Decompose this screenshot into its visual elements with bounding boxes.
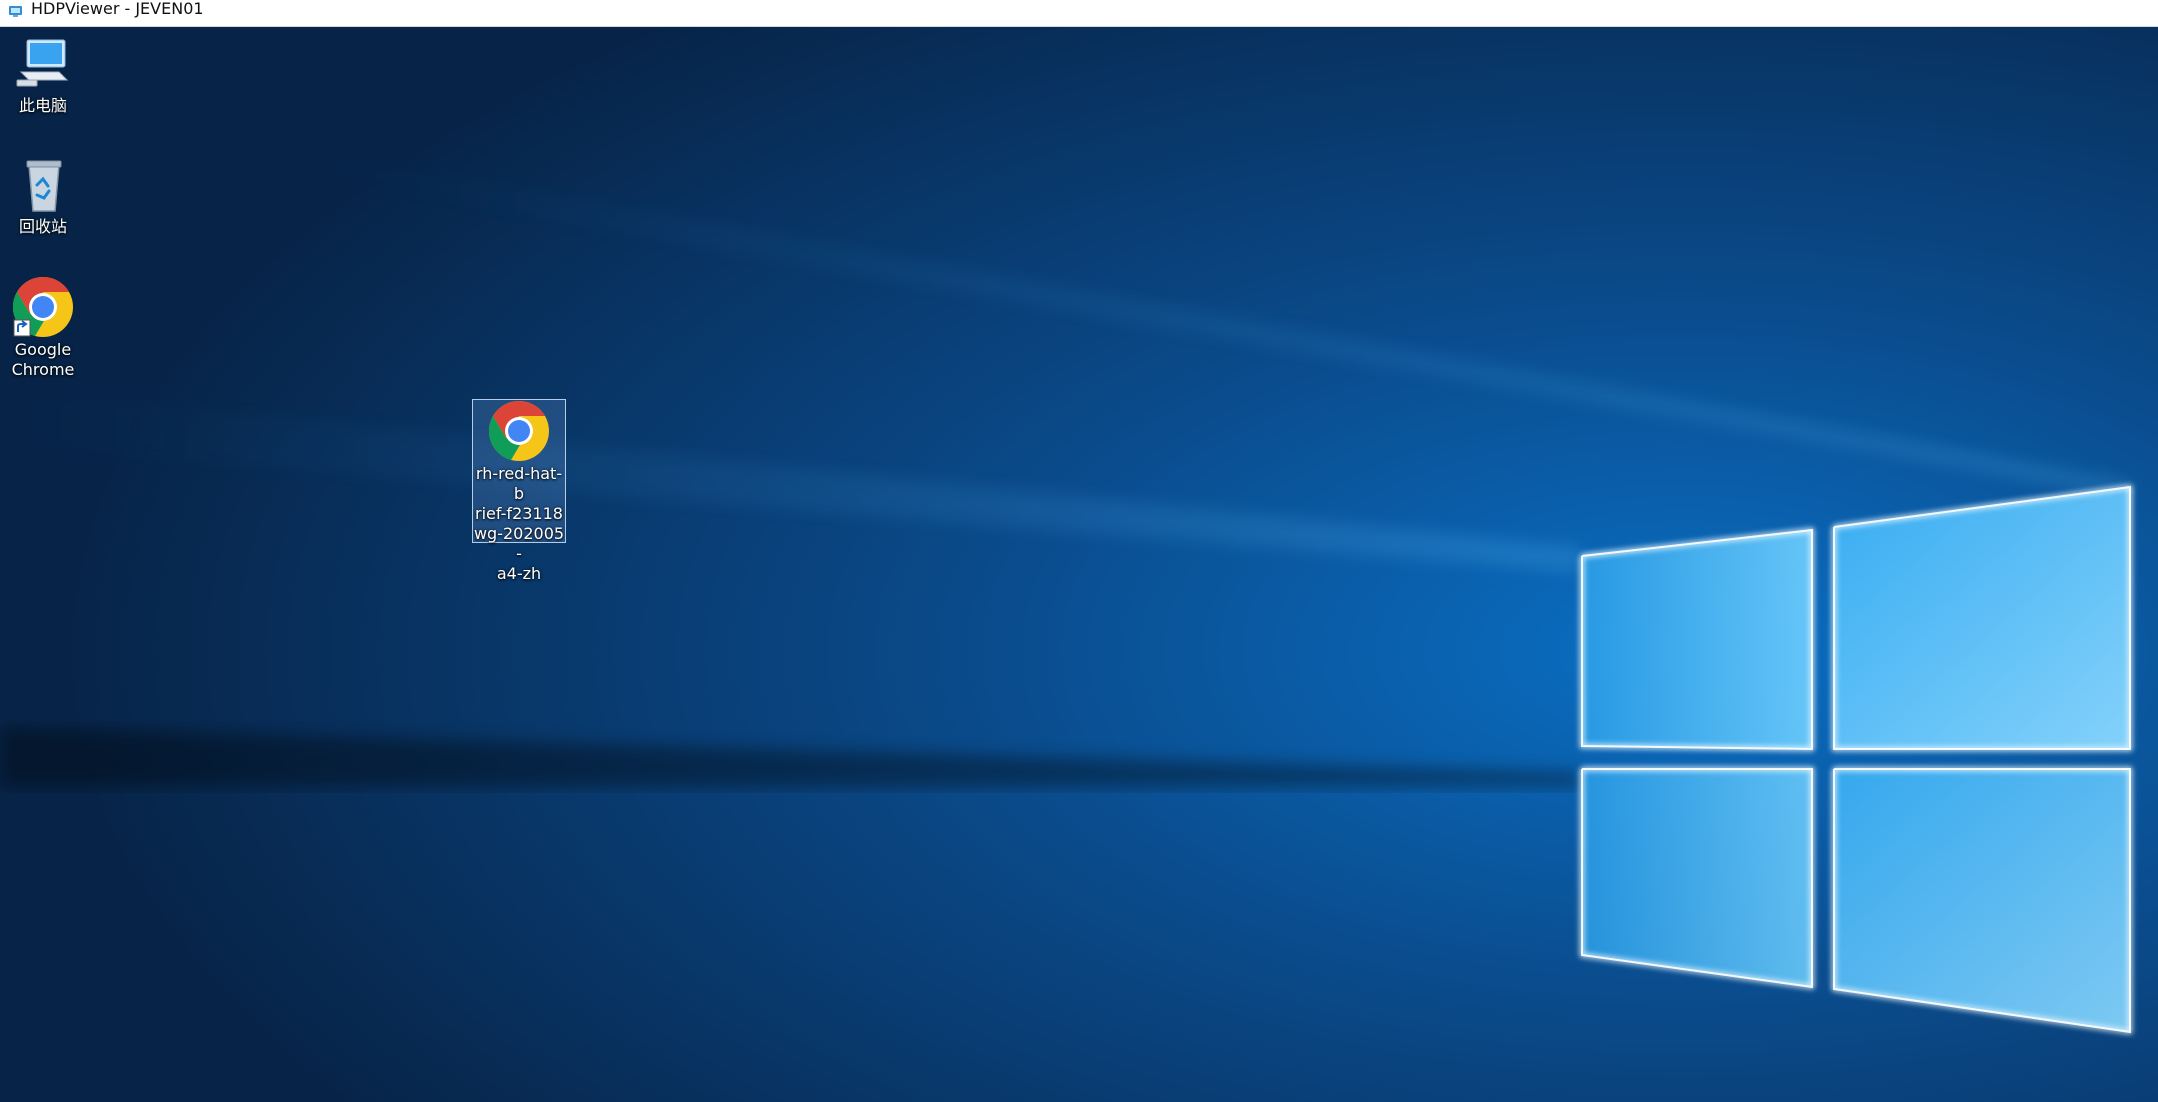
file-label-line: wg-202005-: [473, 524, 565, 563]
computer-icon: [16, 39, 69, 87]
file-label-line: rh-red-hat-b: [475, 464, 563, 503]
desktop-icon-label-line: Google: [14, 340, 72, 359]
desktop-icon-recycle-bin[interactable]: 回收站: [0, 155, 88, 237]
chrome-icon: [488, 401, 549, 461]
recycle-bin-icon: [26, 160, 62, 212]
desktop-icon-label-line: Chrome: [11, 360, 75, 379]
desktop[interactable]: 此电脑 回收站 Google Chrome rh-red-hat-b rief-…: [0, 27, 2158, 1102]
remote-desktop-window: HDPViewer - JEVEN01 此电脑 回收站 Google Chrom…: [0, 0, 2158, 1102]
desktop-icon-rh-red-hat-brief-file[interactable]: rh-red-hat-b rief-f23118 wg-202005- a4-z…: [472, 399, 566, 583]
desktop-icon-label: 此电脑: [18, 96, 67, 115]
desktop-icon-google-chrome[interactable]: Google Chrome: [0, 276, 88, 380]
desktop-icon-label: 回收站: [18, 217, 67, 236]
chrome-icon: [12, 277, 73, 337]
desktop-icon-this-pc[interactable]: 此电脑: [0, 34, 88, 116]
window-title: HDPViewer - JEVEN01: [31, 0, 204, 18]
windows-wallpaper: [0, 27, 2158, 1102]
file-label-line: a4-zh: [496, 564, 542, 583]
hdpviewer-app-icon: [9, 6, 22, 17]
file-label-line: rief-f23118: [475, 504, 563, 523]
title-bar[interactable]: HDPViewer - JEVEN01: [0, 0, 2158, 27]
